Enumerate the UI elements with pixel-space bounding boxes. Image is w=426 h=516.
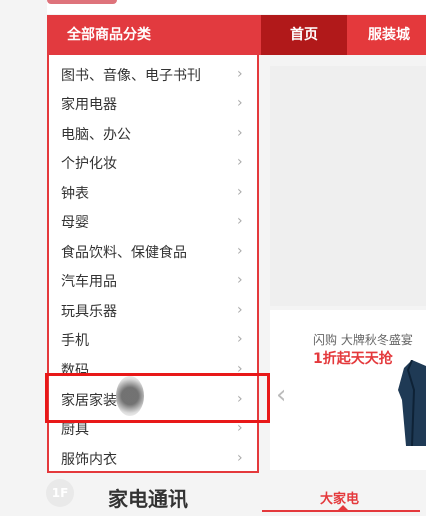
chevron-left-icon[interactable]: ‹	[276, 380, 298, 410]
category-label: 个护化妆	[61, 156, 117, 172]
category-label: 手机	[61, 333, 89, 349]
main-banner[interactable]	[270, 66, 426, 306]
chevron-right-icon: ›	[237, 213, 243, 229]
category-label: 图书、音像、电子书刊	[61, 68, 201, 84]
category-label: 母婴	[61, 215, 89, 231]
chevron-right-icon: ›	[237, 243, 243, 259]
category-item-food[interactable]: 食品饮料、保健食品 ›	[61, 238, 251, 267]
category-item-phones[interactable]: 手机 ›	[61, 326, 251, 355]
tab-home[interactable]: 首页	[261, 15, 347, 55]
chevron-right-icon: ›	[237, 95, 243, 111]
chevron-right-icon: ›	[237, 272, 243, 288]
chevron-right-icon: ›	[237, 184, 243, 200]
category-label: 汽车用品	[61, 274, 117, 290]
category-item-auto[interactable]: 汽车用品 ›	[61, 267, 251, 296]
tab-clothing-mall[interactable]: 服装城	[347, 15, 426, 55]
category-item-baby[interactable]: 母婴 ›	[61, 208, 251, 237]
category-item-personal-care[interactable]: 个护化妆 ›	[61, 149, 251, 178]
page: 全部商品分类 首页 服装城 图书、音像、电子书刊 › 家用电器 › 电脑、办公 › 个…	[0, 0, 426, 516]
category-item-books[interactable]: 图书、音像、电子书刊 ›	[61, 61, 251, 90]
header-decoration	[47, 0, 117, 4]
category-label: 电脑、办公	[61, 127, 131, 143]
category-label: 服饰内衣	[61, 452, 117, 468]
floor-tab-major-appliances[interactable]: 大家电	[262, 481, 420, 512]
chevron-right-icon: ›	[237, 420, 243, 436]
category-label: 食品饮料、保健食品	[61, 245, 187, 261]
tab-underline	[262, 510, 420, 512]
category-item-apparel[interactable]: 服饰内衣 ›	[61, 445, 251, 474]
category-item-watches[interactable]: 钟表 ›	[61, 179, 251, 208]
chevron-right-icon: ›	[237, 331, 243, 347]
category-label: 玩具乐器	[61, 304, 117, 320]
category-item-appliances[interactable]: 家用电器 ›	[61, 90, 251, 119]
chevron-right-icon: ›	[237, 66, 243, 82]
chevron-right-icon: ›	[237, 154, 243, 170]
category-label: 家用电器	[61, 97, 117, 113]
main-nav: 全部商品分类 首页 服装城	[47, 15, 426, 55]
highlight-box	[45, 373, 270, 423]
promo-subtitle: 闪购 大牌秋冬盛宴	[313, 333, 413, 347]
jacket-image[interactable]	[398, 360, 426, 446]
category-label: 钟表	[61, 186, 89, 202]
chevron-right-icon: ›	[237, 450, 243, 466]
all-categories-title[interactable]: 全部商品分类	[47, 15, 261, 55]
top-edge	[47, 0, 426, 14]
chevron-right-icon: ›	[237, 125, 243, 141]
floor-badge: 1F	[46, 479, 74, 507]
floor-title: 家电通讯	[108, 487, 188, 511]
promo-headline[interactable]: 1折起天天抢	[313, 348, 393, 368]
chevron-right-icon: ›	[237, 302, 243, 318]
category-item-toys[interactable]: 玩具乐器 ›	[61, 297, 251, 326]
category-item-computers[interactable]: 电脑、办公 ›	[61, 120, 251, 149]
cursor-pointer	[116, 376, 144, 416]
